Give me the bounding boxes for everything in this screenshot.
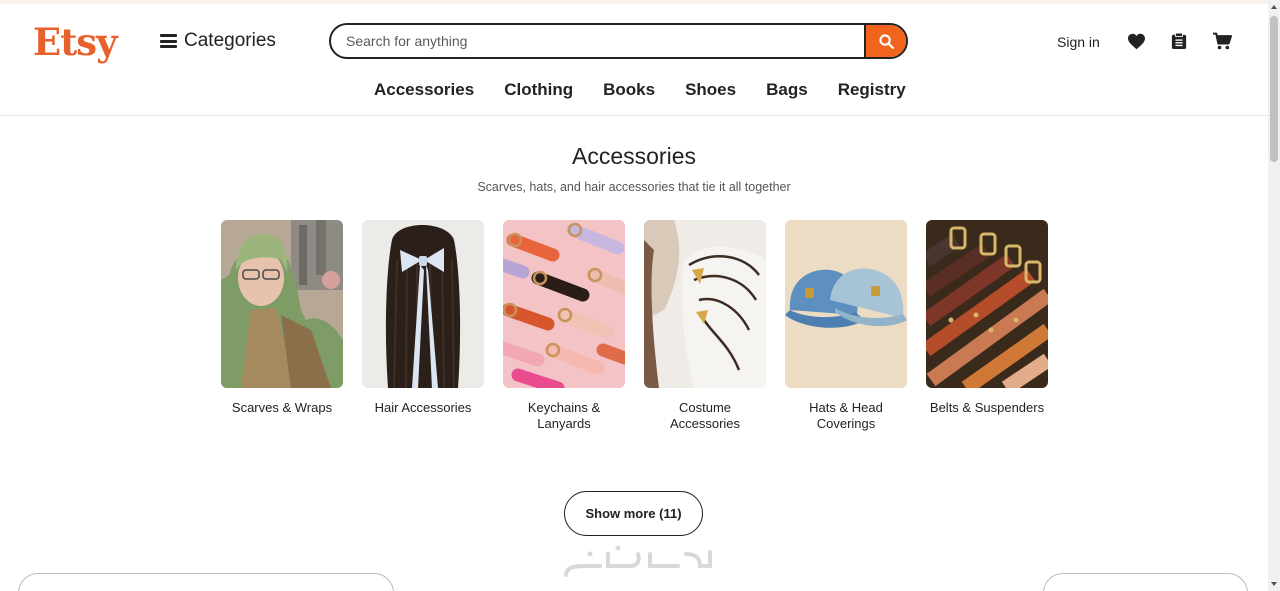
scroll-down-arrow-icon[interactable]: [1270, 579, 1278, 589]
hamburger-icon: [160, 34, 177, 48]
card-label: Costume Accessories: [669, 400, 741, 431]
section-subtitle: Scarves, hats, and hair accessories that…: [477, 180, 791, 194]
scroll-up-arrow-icon[interactable]: [1270, 2, 1278, 12]
card-label: Hats & Head Coverings: [809, 400, 883, 431]
registry-clipboard-icon[interactable]: [1169, 31, 1189, 51]
hair-accessories-image: [362, 220, 484, 388]
costume-image: [644, 220, 766, 388]
category-card-costume[interactable]: Costume Accessories: [644, 220, 766, 432]
category-card-keychains[interactable]: Keychains & Lanyards: [503, 220, 625, 432]
watermark-logo: [564, 545, 712, 577]
search-bar: [329, 23, 908, 59]
category-card-scarves[interactable]: Scarves & Wraps: [221, 220, 343, 432]
category-nav: Accessories Clothing Books Shoes Bags Re…: [374, 80, 906, 100]
keychains-image: [503, 220, 625, 388]
nav-item-shoes[interactable]: Shoes: [685, 80, 736, 100]
nav-item-bags[interactable]: Bags: [766, 80, 808, 100]
bottom-search-pill[interactable]: [18, 573, 394, 591]
hats-image: [785, 220, 907, 388]
search-icon: [878, 33, 894, 49]
nav-item-books[interactable]: Books: [603, 80, 655, 100]
card-label: Belts & Suspenders: [929, 400, 1045, 415]
nav-item-registry[interactable]: Registry: [838, 80, 906, 100]
etsy-logo[interactable]: Etsy: [33, 20, 118, 64]
scarves-image: [221, 220, 343, 388]
category-grid: Scarves & Wraps Hair Accessories Keychai…: [221, 220, 1048, 432]
favorites-heart-icon[interactable]: [1126, 31, 1146, 51]
category-card-belts[interactable]: Belts & Suspenders: [926, 220, 1048, 432]
categories-label: Categories: [184, 30, 276, 51]
nav-item-clothing[interactable]: Clothing: [504, 80, 573, 100]
search-input[interactable]: [331, 25, 864, 57]
section-title: Accessories: [572, 143, 696, 169]
sign-in-link[interactable]: Sign in: [1057, 34, 1100, 50]
show-more-button[interactable]: Show more (11): [564, 491, 703, 536]
sort-pill[interactable]: [1043, 573, 1248, 591]
vertical-scrollbar[interactable]: [1268, 0, 1280, 591]
site-header: Etsy Categories Sign in: [0, 4, 1268, 116]
card-label: Scarves & Wraps: [231, 400, 333, 415]
card-label: Keychains & Lanyards: [527, 400, 601, 431]
search-button[interactable]: [864, 25, 906, 57]
belts-image: [926, 220, 1048, 388]
categories-menu-button[interactable]: Categories: [160, 30, 276, 52]
shopping-cart-icon[interactable]: [1212, 31, 1232, 51]
scrollbar-thumb[interactable]: [1270, 16, 1278, 162]
category-card-hair-accessories[interactable]: Hair Accessories: [362, 220, 484, 432]
nav-item-accessories[interactable]: Accessories: [374, 80, 474, 100]
category-card-hats[interactable]: Hats & Head Coverings: [785, 220, 907, 432]
card-label: Hair Accessories: [374, 400, 472, 415]
